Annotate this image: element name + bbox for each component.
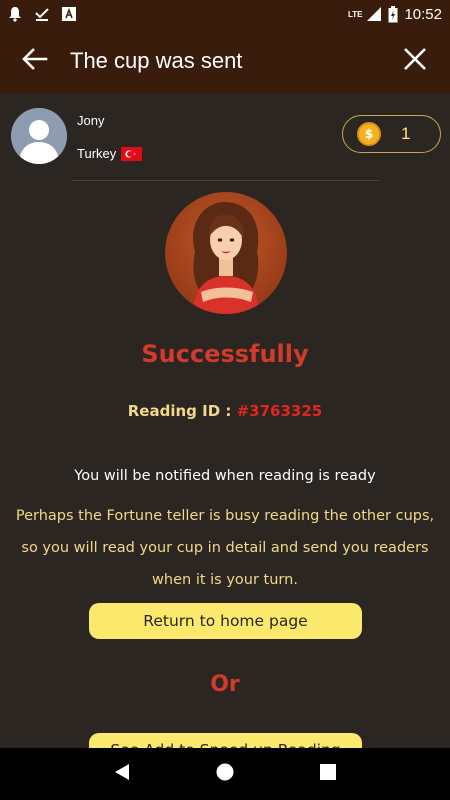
notification-notice: You will be notified when reading is rea… xyxy=(74,468,376,484)
turkey-flag-icon xyxy=(121,146,143,161)
nav-home-icon xyxy=(216,763,234,785)
default-user-icon xyxy=(11,108,67,164)
user-country-label: Turkey xyxy=(77,146,117,161)
return-home-button[interactable]: Return to home page xyxy=(89,603,362,639)
fortune-teller-avatar xyxy=(165,192,287,314)
coin-balance-button[interactable]: $ 1 xyxy=(342,115,441,153)
explanation-text: Perhaps the Fortune teller is busy readi… xyxy=(0,500,450,596)
close-icon xyxy=(403,47,427,75)
reading-id-value: #3763325 xyxy=(236,402,323,420)
user-name: Jony xyxy=(77,113,105,128)
notification-bell-icon xyxy=(8,6,22,22)
signal-icon xyxy=(366,6,382,22)
system-nav-bar xyxy=(0,748,450,800)
success-title: Successfully xyxy=(141,340,309,368)
nav-back-button[interactable] xyxy=(102,754,142,794)
font-app-icon xyxy=(62,7,76,21)
reading-id-label: Reading ID : xyxy=(127,402,232,420)
explanation-line: Perhaps the Fortune teller is busy readi… xyxy=(15,508,435,524)
nav-home-button[interactable] xyxy=(205,754,245,794)
explanation-line: so you will read your cup in detail and … xyxy=(21,540,429,556)
close-button[interactable] xyxy=(380,28,450,94)
user-country: Turkey xyxy=(77,146,143,161)
page-title: The cup was sent xyxy=(70,48,243,73)
divider xyxy=(72,180,380,181)
app-bar: The cup was sent xyxy=(0,28,450,94)
status-bar: LTE 10:52 xyxy=(0,0,450,28)
back-button[interactable] xyxy=(0,28,70,94)
network-type: LTE xyxy=(347,9,363,19)
arrow-back-icon xyxy=(22,48,48,74)
coin-count: 1 xyxy=(401,124,411,143)
coin-icon: $ xyxy=(357,122,381,146)
explanation-line: when it is your turn. xyxy=(152,572,298,588)
nav-back-icon xyxy=(114,763,130,785)
nav-recents-button[interactable] xyxy=(308,754,348,794)
status-time: 10:52 xyxy=(404,5,442,23)
or-separator: Or xyxy=(210,672,240,697)
user-avatar[interactable] xyxy=(11,108,67,164)
reading-id: Reading ID : #3763325 xyxy=(0,402,450,420)
battery-icon xyxy=(388,5,398,23)
nav-recents-icon xyxy=(320,764,337,784)
download-done-icon xyxy=(34,6,50,22)
